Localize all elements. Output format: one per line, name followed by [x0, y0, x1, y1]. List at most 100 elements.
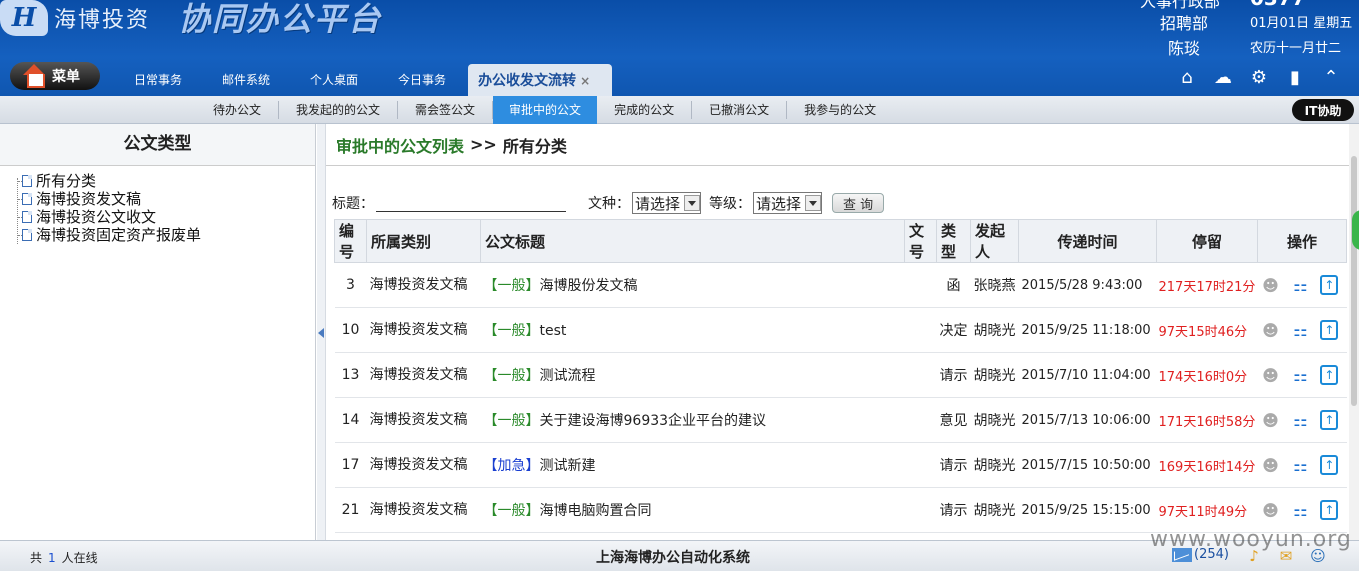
title-input[interactable] — [376, 194, 566, 212]
level-label: 等级： — [709, 196, 752, 212]
cell-title[interactable]: 【加急】测试新建 — [480, 442, 905, 488]
cell-initiator: 张晓燕 — [970, 262, 1019, 308]
usb-key-icon[interactable]: ▮ — [1284, 66, 1306, 88]
cell-title[interactable]: 【一般】test — [480, 307, 905, 353]
user-icon[interactable]: ☻ — [1260, 410, 1280, 430]
collapse-left-icon[interactable] — [318, 328, 324, 338]
close-tab-icon[interactable]: × — [580, 74, 590, 88]
sidebar-title: 公文类型 — [0, 124, 315, 166]
level-select[interactable]: 请选择 — [753, 192, 823, 214]
flow-chart-icon[interactable]: ⚏ — [1290, 365, 1310, 385]
tree-item-incoming[interactable]: 海博投资公文收文 — [18, 208, 315, 226]
user-icon[interactable]: ☻ — [1260, 500, 1280, 520]
tree-item-all[interactable]: 所有分类 — [18, 172, 315, 190]
flow-chart-icon[interactable]: ⚏ — [1290, 320, 1310, 340]
home-people-icon[interactable]: ⌂ — [1176, 66, 1198, 88]
platform-title: 协同办公平台 — [178, 0, 383, 38]
document-icon — [22, 175, 32, 187]
document-title-link[interactable]: 测试新建 — [540, 458, 596, 474]
subtab-countersign[interactable]: 需会签公文 — [398, 101, 494, 119]
tab-daily-affairs[interactable]: 日常事务 — [116, 71, 204, 96]
upload-icon[interactable]: ↑ — [1320, 500, 1339, 520]
upload-icon[interactable]: ↑ — [1320, 275, 1339, 295]
user-icon[interactable]: ☻ — [1260, 365, 1280, 385]
online-count[interactable]: 1 — [48, 551, 56, 565]
cell-title[interactable]: 【一般】海博股份发文稿 — [480, 262, 905, 308]
chevron-down-icon — [684, 195, 701, 211]
cell-category: 海博投资发文稿 — [366, 442, 481, 488]
col-header-stay[interactable]: 停留 — [1156, 219, 1258, 263]
flow-chart-icon[interactable]: ⚏ — [1290, 500, 1310, 520]
table-row[interactable]: 17 海博投资发文稿 【加急】测试新建 请示 胡晓光 2015/7/15 10:50:00… — [334, 442, 1347, 488]
subtab-pending[interactable]: 待办公文 — [196, 101, 280, 119]
chevron-down-icon — [805, 195, 822, 211]
cell-title[interactable]: 【一般】测试流程 — [480, 352, 905, 398]
panel-splitter[interactable] — [317, 124, 326, 540]
tab-label: 邮件系统 — [222, 73, 271, 87]
subtab-in-approval[interactable]: 审批中的公文 — [493, 96, 598, 124]
side-widget-handle[interactable] — [1352, 210, 1359, 250]
upload-icon[interactable]: ↑ — [1320, 365, 1339, 385]
cell-id: 14 — [334, 397, 367, 443]
type-select[interactable]: 请选择 — [632, 192, 702, 214]
cell-ops: ☻ ⚏ ↑ — [1257, 487, 1347, 533]
upload-icon[interactable]: ↑ — [1320, 455, 1339, 475]
flow-chart-icon[interactable]: ⚏ — [1290, 410, 1310, 430]
subtab-cancelled[interactable]: 已撤消公文 — [692, 101, 788, 119]
cell-category: 海博投资发文稿 — [366, 487, 481, 533]
query-button[interactable]: 查 询 — [832, 193, 885, 213]
col-header-id[interactable]: 编号 — [334, 219, 367, 263]
tree-item-asset-scrap[interactable]: 海博投资固定资产报废单 — [18, 226, 315, 244]
vertical-scrollbar[interactable] — [1349, 124, 1359, 540]
cell-id: 3 — [334, 262, 367, 308]
cell-ops: ☻ ⚏ ↑ — [1257, 352, 1347, 398]
subtab-initiated[interactable]: 我发起的的公文 — [279, 101, 399, 119]
subtab-completed[interactable]: 完成的公文 — [597, 101, 693, 119]
list-title: 审批中的公文列表 — [336, 136, 465, 156]
cell-title[interactable]: 【一般】海博投资发文稿 — [480, 532, 905, 540]
user-name: 陈琰 — [1168, 39, 1201, 58]
cell-title[interactable]: 【一般】关于建设海博96933企业平台的建议 — [480, 397, 905, 443]
col-header-doc-no[interactable]: 文号 — [904, 219, 937, 263]
user-icon[interactable]: ☻ — [1260, 275, 1280, 295]
sub-navigation: 待办公文 我发起的的公文 需会签公文 审批中的公文 完成的公文 已撤消公文 我参… — [0, 96, 1359, 124]
flow-chart-icon[interactable]: ⚏ — [1290, 455, 1310, 475]
upload-icon[interactable]: ↑ — [1320, 410, 1339, 430]
upload-icon[interactable]: ↑ — [1320, 320, 1339, 340]
scrollbar-thumb[interactable] — [1351, 156, 1357, 406]
table-row[interactable]: 13 海博投资发文稿 【一般】测试流程 请示 胡晓光 2015/7/10 11:04:00… — [334, 352, 1347, 398]
user-icon[interactable]: ☻ — [1260, 455, 1280, 475]
document-title-link[interactable]: 关于建设海博96933企业平台的建议 — [540, 413, 767, 429]
tab-document-flow[interactable]: 办公收发文流转 × — [468, 64, 613, 96]
cell-stay: 97天15时46分 — [1156, 307, 1258, 353]
document-title-link[interactable]: 海博电脑购置合同 — [540, 503, 652, 519]
col-header-category[interactable]: 所属类别 — [366, 219, 481, 263]
collapse-up-icon[interactable]: ⌃ — [1320, 66, 1342, 88]
cell-title[interactable]: 【一般】海博电脑购置合同 — [480, 487, 905, 533]
table-row[interactable]: 21 海博投资发文稿 【一般】海博电脑购置合同 请示 胡晓光 2015/9/25 15:1… — [334, 487, 1347, 533]
col-header-type[interactable]: 类型 — [936, 219, 971, 263]
cloud-upload-icon[interactable]: ☁ — [1212, 66, 1234, 88]
flow-chart-icon[interactable]: ⚏ — [1290, 275, 1310, 295]
col-header-initiator[interactable]: 发起人 — [970, 219, 1019, 263]
user-icon[interactable]: ☻ — [1260, 320, 1280, 340]
col-header-title[interactable]: 公文标题 — [480, 219, 905, 263]
document-title-link[interactable]: 海博股份发文稿 — [540, 278, 638, 294]
col-header-time[interactable]: 传递时间 — [1018, 219, 1157, 263]
gear-icon[interactable]: ⚙ — [1248, 66, 1270, 88]
table-row[interactable]: 3 海博投资发文稿 【一般】海博股份发文稿函张晓燕 2015/5/28 9:43:00… — [334, 262, 1347, 308]
tab-mail-system[interactable]: 邮件系统 — [204, 71, 292, 96]
subtab-participated[interactable]: 我参与的公文 — [787, 101, 893, 119]
tab-today-affairs[interactable]: 今日事务 — [380, 71, 468, 96]
tree-item-outgoing[interactable]: 海博投资发文稿 — [18, 190, 315, 208]
document-title-link[interactable]: test — [540, 323, 567, 339]
document-title-link[interactable]: 测试流程 — [540, 368, 596, 384]
cell-id: 17 — [334, 442, 367, 488]
company-logo: H 海博投资 — [0, 0, 150, 40]
table-row[interactable]: 10 海博投资发文稿 【一般】test 决定 胡晓光 2015/9/25 11:18:00… — [334, 307, 1347, 353]
table-row[interactable]: 14 海博投资发文稿 【一般】关于建设海博96933企业平台的建议 意见 胡晓光 2015… — [334, 397, 1347, 443]
cell-time: 2015/10/9 16:00:00 — [1018, 532, 1157, 540]
it-help-button[interactable]: IT协助 — [1292, 99, 1354, 121]
tab-personal-desktop[interactable]: 个人桌面 — [292, 71, 380, 96]
menu-button[interactable]: 菜单 — [10, 62, 100, 90]
